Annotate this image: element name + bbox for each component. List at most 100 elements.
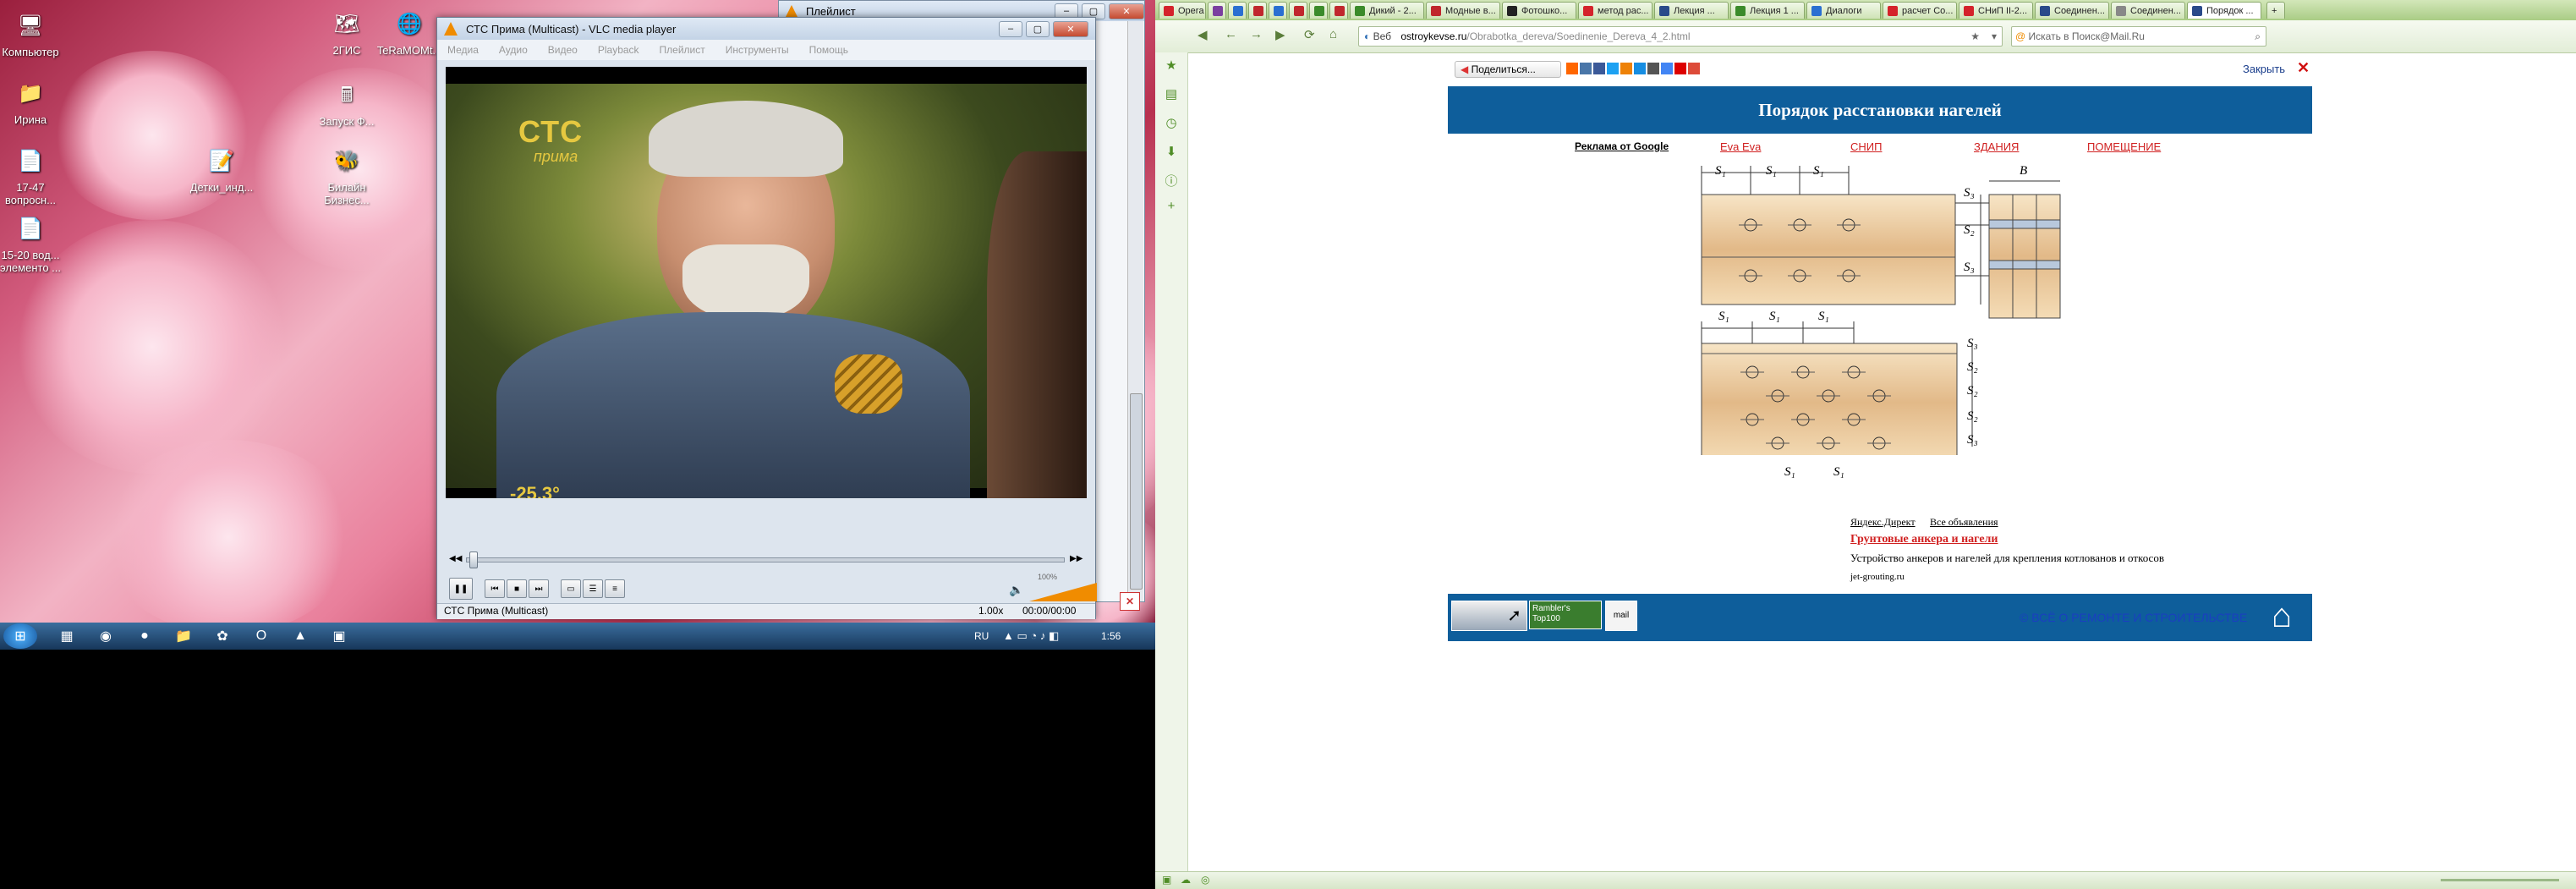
browser-tab[interactable]: Порядок ... [2187,2,2261,19]
close-button[interactable]: ✕ [1053,20,1088,37]
desktop-icon-doc2[interactable]: 📄 15-20 вод... элементо ... [0,211,69,274]
star-icon[interactable]: ★ [1970,27,1980,46]
taskbar-opera-icon[interactable]: O [250,626,272,646]
pause-button[interactable]: ❚❚ [449,578,473,600]
maximize-button[interactable]: ▢ [1026,20,1050,37]
mailru-icon[interactable] [1634,63,1646,74]
yandex-icon[interactable] [1674,63,1686,74]
close-link[interactable]: Закрыть [2243,63,2285,75]
odnoklassniki-icon[interactable] [1620,63,1632,74]
scrollbar-thumb[interactable] [1130,393,1143,590]
menu-playback[interactable]: Playback [598,44,639,56]
extended-settings-button[interactable]: ≡ [605,579,625,598]
rambler-top100-badge[interactable]: Rambler's Top100 [1529,601,1602,629]
close-icon[interactable]: ✕ [2297,59,2310,77]
next-button[interactable]: ⏭ [529,579,549,598]
taskbar-icq-icon[interactable]: ✿ [211,626,233,646]
forward-arrow-icon[interactable]: → [1250,27,1263,41]
home-icon[interactable]: ⌂ [1329,27,1337,41]
stop-button[interactable]: ■ [507,579,527,598]
browser-tab[interactable]: расчет Со... [1883,2,1957,19]
volume-slider[interactable] [1029,583,1097,601]
facebook-icon[interactable] [1593,63,1605,74]
zoom-slider[interactable] [2441,879,2559,881]
counter-badge[interactable]: ➚ [1451,601,1527,631]
menu-tools[interactable]: Инструменты [726,44,789,56]
seek-back-icon[interactable]: ◀◀ [449,554,462,563]
browser-tab[interactable]: Дикий - 2... [1350,2,1424,19]
livejournal-icon[interactable] [1647,63,1659,74]
taskbar-firefox-icon[interactable]: ◉ [95,626,117,646]
browser-tab[interactable] [1289,2,1307,19]
menu-audio[interactable]: Аудио [499,44,528,56]
downloads-icon[interactable]: ⬇ [1164,144,1179,159]
google-icon[interactable] [1661,63,1673,74]
previous-button[interactable]: ⏮ [485,579,505,598]
social-icon[interactable] [1566,63,1578,74]
desktop-icon-word-doc[interactable]: 📝 Детки_инд... [183,144,260,194]
back-arrow-icon[interactable]: ← [1225,27,1237,41]
fullscreen-button[interactable]: ▭ [561,579,581,598]
twitter-icon[interactable] [1607,63,1619,74]
browser-tab[interactable]: Соединен... [2111,2,2185,19]
menu-help[interactable]: Помощь [809,44,848,56]
browser-tab[interactable] [1329,2,1348,19]
browser-tab[interactable]: СНиП II-2... [1959,2,2033,19]
seek-handle[interactable] [469,552,478,568]
tray-icons[interactable]: ▲ ▭ ◔ ♪ ◧ [1003,629,1059,643]
desktop-icon-beeline[interactable]: 🐝 Билайн Бизнес... [308,144,386,206]
browser-tab[interactable] [1309,2,1328,19]
minimize-button[interactable]: – [999,20,1022,37]
browser-tab[interactable]: Opera [1159,2,1206,19]
menu-video[interactable]: Видео [548,44,578,56]
browser-tab[interactable] [1208,2,1226,19]
add-panel-icon[interactable]: + [1164,198,1179,213]
browser-tab[interactable]: Соединен... [2035,2,2109,19]
dropdown-icon[interactable]: ▾ [1992,27,1997,46]
browser-tab[interactable]: Диалоги [1806,2,1881,19]
gplus-icon[interactable] [1688,63,1700,74]
vlc-window[interactable]: СТС Прима (Multicast) - VLC media player… [436,17,1097,619]
menu-playlist[interactable]: Плейлист [660,44,705,56]
reload-icon[interactable]: ⟳ [1304,27,1315,42]
new-tab-button[interactable]: + [2266,2,2285,19]
browser-tab[interactable]: Лекция 1 ... [1730,2,1805,19]
desktop-icon-launcher[interactable]: 🖩 Запуск Ф... [308,78,386,128]
notes-icon[interactable]: ▤ [1164,86,1179,102]
ad-title-link[interactable]: Грунтовые анкера и нагели [1850,533,1998,546]
close-button[interactable]: ✕ [1109,3,1144,19]
speaker-icon[interactable]: 🔈 [1009,583,1023,597]
clock[interactable]: 1:56 [1101,630,1121,642]
taskbar-window-icon[interactable]: ▣ [328,626,350,646]
seek-forward-icon[interactable]: ▶▶ [1070,554,1082,563]
seek-bar[interactable] [466,557,1065,562]
video-area[interactable]: СТС прима -25,3° [446,67,1087,498]
ad-url[interactable]: jet-grouting.ru [1850,572,1905,582]
browser-tab[interactable]: Фотошко... [1502,2,1576,19]
browser-tab[interactable] [1248,2,1267,19]
desktop-icon-doc1[interactable]: 📄 17-47 вопросн... [0,144,69,206]
start-button[interactable]: ⊞ [3,623,37,649]
browser-tab[interactable] [1228,2,1247,19]
search-field[interactable]: @ Искать в Поиск@Mail.Ru ⌕ [2011,26,2266,47]
taskbar-vlc-icon[interactable]: ▲ [289,626,311,646]
taskbar-explorer-icon[interactable]: ▦ [56,626,78,646]
history-icon[interactable]: ◷ [1164,115,1179,130]
browser-tab[interactable]: Модные в... [1426,2,1500,19]
share-button[interactable]: ◀ Поделиться... [1455,61,1561,78]
cloud-icon[interactable]: ☁ [1181,874,1191,886]
playlist-scrollbar[interactable] [1127,21,1143,601]
back-button[interactable]: ◀ [1198,27,1208,42]
mail-counter-badge[interactable]: mail [1605,601,1637,631]
footer-copyright[interactable]: © ВСЁ О РЕМОНТЕ И СТРОИТЕЛЬСТВЕ [2020,611,2247,624]
playlist-close-icon[interactable]: ✕ [1120,592,1140,611]
info-icon[interactable]: ⓘ [1164,173,1179,189]
playback-speed[interactable]: 1.00x [978,605,1003,617]
bookmarks-icon[interactable]: ★ [1164,58,1179,73]
panel-toggle-icon[interactable]: ▣ [1162,874,1171,886]
language-indicator[interactable]: RU [974,630,989,642]
desktop-icon-user-folder[interactable]: 📁 Ирина [0,76,69,126]
fast-forward-icon[interactable]: ▶ [1275,27,1285,42]
playlist-button[interactable]: ☰ [583,579,603,598]
turbo-icon[interactable]: ◎ [1201,874,1209,886]
